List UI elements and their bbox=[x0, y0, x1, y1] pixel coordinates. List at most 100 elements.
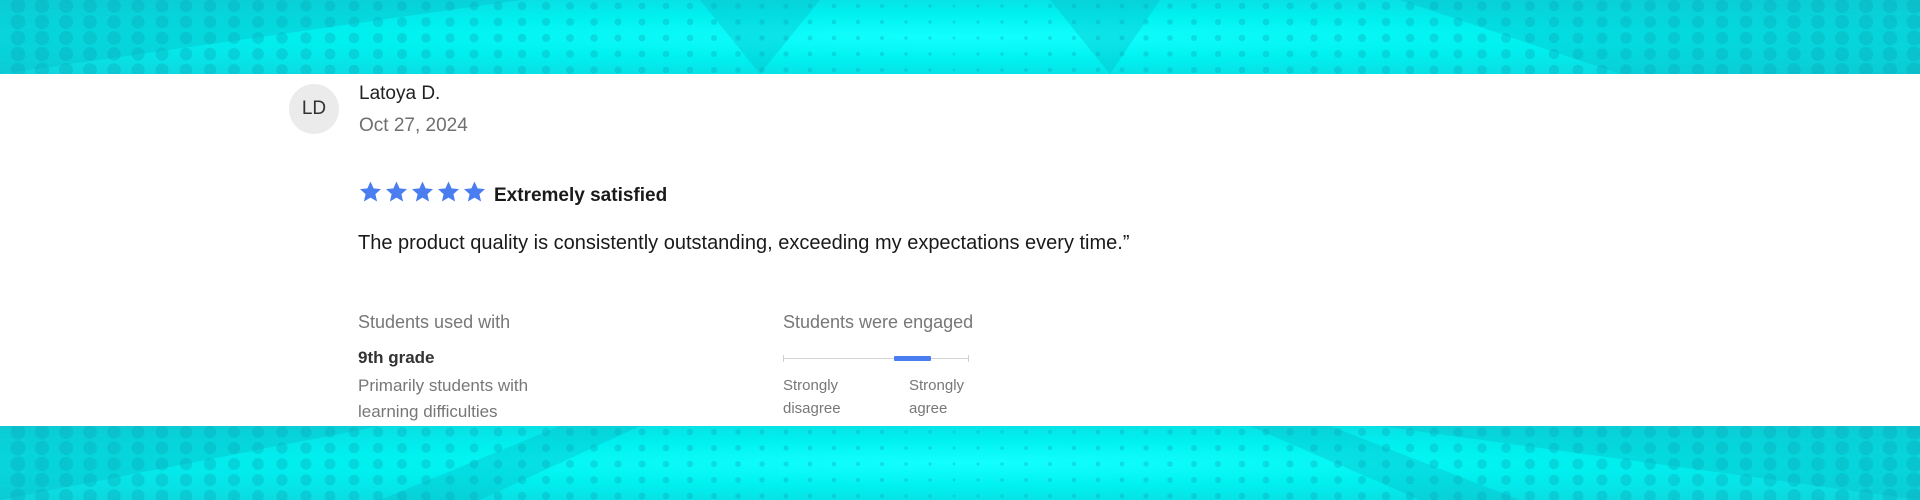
halftone-dot bbox=[397, 49, 407, 59]
halftone-dot bbox=[1310, 476, 1318, 484]
halftone-dot bbox=[324, 48, 336, 60]
halftone-dot bbox=[783, 19, 789, 25]
halftone-dot bbox=[904, 20, 908, 24]
halftone-dot bbox=[855, 35, 861, 41]
halftone-dot bbox=[58, 472, 74, 488]
halftone-dot bbox=[1119, 461, 1125, 467]
halftone-dot bbox=[976, 430, 980, 434]
halftone-dot bbox=[324, 458, 336, 470]
reviewer-name: Latoya D. bbox=[359, 83, 441, 104]
halftone-dot bbox=[1119, 19, 1125, 25]
halftone-dot bbox=[1334, 2, 1342, 10]
halftone-dot bbox=[1477, 49, 1487, 59]
halftone-dot bbox=[952, 4, 956, 8]
halftone-dot bbox=[1358, 50, 1366, 58]
halftone-dot bbox=[445, 17, 455, 27]
halftone-dot bbox=[228, 474, 240, 486]
halftone-dot bbox=[759, 19, 765, 25]
halftone-dot bbox=[1286, 476, 1294, 484]
halftone-dot bbox=[58, 456, 74, 472]
halftone-dot bbox=[880, 430, 884, 434]
halftone-dot bbox=[1071, 445, 1077, 451]
halftone-dot bbox=[831, 3, 837, 9]
halftone-dot bbox=[880, 20, 884, 24]
halftone-dot bbox=[445, 1, 455, 11]
halftone-dot bbox=[1429, 475, 1439, 485]
halftone-dot bbox=[1286, 428, 1294, 436]
halftone-dot bbox=[1000, 68, 1004, 72]
halftone-dot bbox=[107, 31, 121, 45]
halftone-dot bbox=[10, 472, 26, 488]
halftone-dot bbox=[83, 63, 97, 74]
halftone-dot bbox=[1238, 2, 1246, 10]
halftone-dot bbox=[1715, 31, 1729, 45]
halftone-dot bbox=[1524, 16, 1536, 28]
halftone-dot bbox=[179, 426, 193, 439]
halftone-dot bbox=[735, 429, 741, 435]
halftone-dot bbox=[1119, 429, 1125, 435]
halftone-dot bbox=[928, 478, 932, 482]
halftone-dot bbox=[711, 67, 717, 73]
halftone-dot bbox=[1787, 47, 1801, 61]
halftone-dot bbox=[1524, 458, 1536, 470]
halftone-dot bbox=[1405, 459, 1415, 469]
halftone-dot bbox=[904, 462, 908, 466]
star-rating bbox=[358, 180, 487, 204]
halftone-dot bbox=[1334, 66, 1342, 74]
halftone-dot bbox=[397, 443, 407, 453]
halftone-dot bbox=[1214, 476, 1222, 484]
halftone-dot bbox=[1739, 473, 1753, 487]
halftone-dot bbox=[324, 32, 336, 44]
halftone-dot bbox=[831, 429, 837, 435]
halftone-dot bbox=[1000, 462, 1004, 466]
halftone-dot bbox=[1668, 0, 1680, 12]
halftone-dot bbox=[1262, 428, 1270, 436]
halftone-dot bbox=[445, 443, 455, 453]
halftone-dot bbox=[372, 0, 384, 12]
halftone-dot bbox=[880, 494, 884, 498]
halftone-dot bbox=[1214, 428, 1222, 436]
halftone-dot bbox=[855, 445, 861, 451]
halftone-dot bbox=[638, 460, 646, 468]
halftone-dot bbox=[1763, 0, 1777, 13]
halftone-dot bbox=[1000, 478, 1004, 482]
halftone-dot bbox=[1644, 48, 1656, 60]
halftone-dot bbox=[735, 477, 741, 483]
halftone-dot bbox=[831, 461, 837, 467]
halftone-dot bbox=[1238, 50, 1246, 58]
halftone-dot bbox=[1095, 51, 1101, 57]
halftone-dot bbox=[252, 490, 264, 500]
halftone-dot bbox=[34, 46, 50, 62]
halftone-dot bbox=[1167, 51, 1173, 57]
halftone-dot bbox=[1286, 444, 1294, 452]
halftone-dot bbox=[614, 50, 622, 58]
halftone-dot bbox=[1620, 426, 1632, 438]
halftone-dot bbox=[1548, 458, 1560, 470]
halftone-dot bbox=[228, 426, 240, 438]
halftone-dot bbox=[107, 47, 121, 61]
halftone-dot bbox=[300, 490, 312, 500]
halftone-dot bbox=[1334, 492, 1342, 500]
halftone-dot bbox=[83, 47, 97, 61]
halftone-dot bbox=[1668, 490, 1680, 500]
halftone-dot bbox=[1071, 67, 1077, 73]
halftone-dot bbox=[904, 446, 908, 450]
halftone-dot bbox=[1047, 461, 1053, 467]
scale-tick bbox=[783, 355, 784, 362]
halftone-dot bbox=[1882, 440, 1898, 456]
halftone-dot bbox=[1524, 490, 1536, 500]
halftone-dot bbox=[1811, 15, 1825, 29]
halftone-dot bbox=[807, 461, 813, 467]
halftone-dot bbox=[1501, 443, 1511, 453]
halftone-dot bbox=[1047, 19, 1053, 25]
halftone-dot bbox=[735, 3, 741, 9]
halftone-dot bbox=[83, 473, 97, 487]
halftone-dot bbox=[1858, 14, 1874, 30]
halftone-dot bbox=[541, 427, 551, 437]
halftone-dot bbox=[1524, 0, 1536, 12]
halftone-dot bbox=[638, 50, 646, 58]
halftone-dot bbox=[1644, 458, 1656, 470]
halftone-dot bbox=[662, 50, 670, 58]
halftone-dot bbox=[10, 14, 26, 30]
halftone-dot bbox=[1811, 457, 1825, 471]
